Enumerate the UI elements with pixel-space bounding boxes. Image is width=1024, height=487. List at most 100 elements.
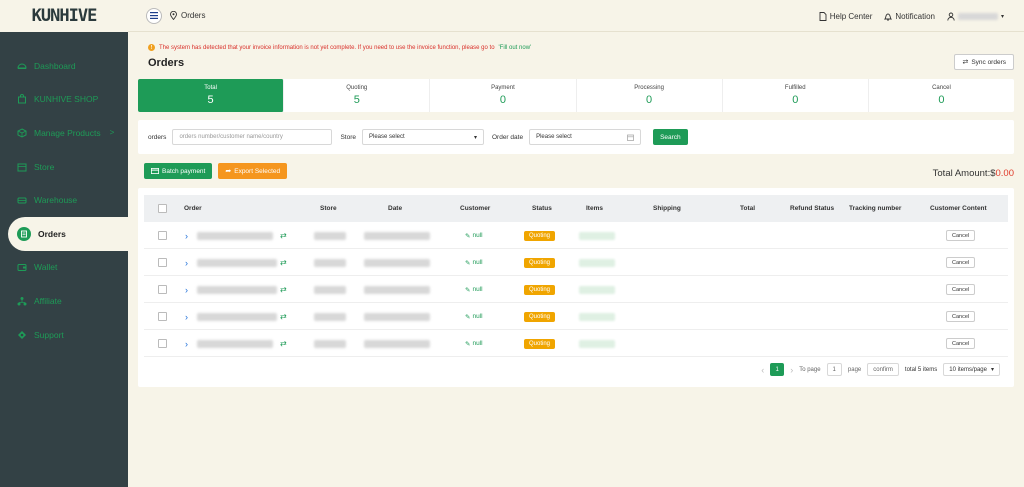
table-header: Order Store Date Customer Status Items S… bbox=[144, 195, 1008, 222]
search-button[interactable]: Search bbox=[653, 129, 688, 145]
tab-processing[interactable]: Processing 0 bbox=[577, 79, 723, 112]
sidebar: KUNHIVE Dashboard KUNHIVE SHOP Manage Pr… bbox=[0, 0, 128, 487]
table-row[interactable]: › ⇄ ✎ null Quoting Cancel bbox=[144, 330, 1008, 357]
items-redacted bbox=[579, 312, 615, 321]
sidebar-item-kunhive-shop[interactable]: KUNHIVE SHOP bbox=[0, 83, 128, 117]
customer-cell[interactable]: ✎ null bbox=[465, 286, 483, 294]
date-redacted bbox=[364, 258, 430, 267]
sidebar-item-wallet[interactable]: Wallet bbox=[0, 251, 128, 285]
confirm-button[interactable]: confirm bbox=[867, 363, 899, 376]
sidebar-item-label: Affiliate bbox=[34, 295, 62, 306]
order-number-redacted bbox=[197, 285, 277, 294]
expand-icon[interactable]: › bbox=[185, 258, 188, 268]
row-checkbox[interactable] bbox=[158, 339, 167, 348]
table-row[interactable]: › ⇄ ✎ null Quoting Cancel bbox=[144, 222, 1008, 249]
export-selected-label: Export Selected bbox=[234, 167, 281, 175]
col-order: Order bbox=[184, 205, 202, 212]
expand-icon[interactable]: › bbox=[185, 285, 188, 295]
edit-icon: ✎ bbox=[465, 286, 471, 294]
help-center-link[interactable]: Help Center bbox=[819, 12, 872, 21]
customer-cell[interactable]: ✎ null bbox=[465, 259, 483, 267]
store-redacted bbox=[314, 339, 346, 348]
row-checkbox[interactable] bbox=[158, 312, 167, 321]
sidebar-item-manage-products[interactable]: Manage Products > bbox=[0, 116, 128, 150]
export-selected-button[interactable]: ➦ Export Selected bbox=[218, 163, 288, 179]
cancel-button[interactable]: Cancel bbox=[946, 284, 976, 295]
select-all-checkbox[interactable] bbox=[158, 204, 167, 213]
shop-icon bbox=[17, 94, 27, 104]
user-menu[interactable]: ▾ bbox=[947, 12, 1004, 21]
wallet-icon bbox=[17, 262, 27, 272]
items-redacted bbox=[579, 285, 615, 294]
chevron-right-icon: > bbox=[109, 128, 115, 138]
row-checkbox[interactable] bbox=[158, 231, 167, 240]
table-row[interactable]: › ⇄ ✎ null Quoting Cancel bbox=[144, 303, 1008, 330]
prev-page-icon[interactable]: ‹ bbox=[761, 365, 764, 375]
table-row[interactable]: › ⇄ ✎ null Quoting Cancel bbox=[144, 276, 1008, 303]
sidebar-nav: Dashboard KUNHIVE SHOP Manage Products >… bbox=[0, 32, 128, 351]
customer-value: null bbox=[472, 313, 483, 320]
expand-icon[interactable]: › bbox=[185, 312, 188, 322]
store-select[interactable]: Please select ▾ bbox=[361, 129, 484, 145]
orders-search-input[interactable]: orders number/customer name/country bbox=[172, 129, 333, 145]
pagination: ‹ 1 › To page 1 page confirm total 5 ite… bbox=[761, 363, 1000, 376]
sidebar-item-label: KUNHIVE SHOP bbox=[34, 94, 99, 105]
swap-icon[interactable]: ⇄ bbox=[280, 258, 287, 267]
orders-table: Order Store Date Customer Status Items S… bbox=[138, 188, 1014, 387]
notification-link[interactable]: Notification bbox=[884, 12, 935, 21]
tab-total[interactable]: Total 5 bbox=[138, 79, 285, 112]
sync-orders-button[interactable]: ⇄ Sync orders bbox=[954, 54, 1014, 70]
sidebar-item-affiliate[interactable]: Affiliate bbox=[0, 284, 128, 318]
batch-payment-button[interactable]: Batch payment bbox=[144, 163, 213, 179]
fill-out-link[interactable]: 'Fill out now' bbox=[499, 45, 532, 51]
cancel-button[interactable]: Cancel bbox=[946, 230, 976, 241]
sidebar-item-support[interactable]: Support bbox=[0, 318, 128, 352]
page-size-select[interactable]: 10 items/page ▾ bbox=[943, 363, 1000, 376]
expand-icon[interactable]: › bbox=[185, 339, 188, 349]
tab-count: 0 bbox=[499, 94, 506, 106]
customer-cell[interactable]: ✎ null bbox=[465, 232, 483, 240]
edit-icon: ✎ bbox=[465, 259, 471, 267]
expand-icon[interactable]: › bbox=[185, 231, 188, 241]
swap-icon[interactable]: ⇄ bbox=[280, 285, 287, 294]
customer-cell[interactable]: ✎ null bbox=[465, 313, 483, 321]
tab-cancel[interactable]: Cancel 0 bbox=[869, 79, 1014, 112]
tab-payment[interactable]: Payment 0 bbox=[430, 79, 577, 112]
sidebar-item-dashboard[interactable]: Dashboard bbox=[0, 49, 128, 83]
page-title: Orders bbox=[148, 57, 185, 69]
order-date-picker[interactable]: Please select bbox=[529, 129, 642, 145]
hamburger-icon bbox=[150, 12, 158, 19]
tab-quoting[interactable]: Quoting 5 bbox=[284, 79, 431, 112]
tab-fulfilled[interactable]: Fulfilled 0 bbox=[723, 79, 869, 112]
next-page-icon[interactable]: › bbox=[790, 365, 793, 375]
caret-down-icon: ▾ bbox=[473, 134, 477, 141]
sidebar-item-label: Warehouse bbox=[34, 195, 78, 206]
cancel-button[interactable]: Cancel bbox=[946, 311, 976, 322]
cancel-button[interactable]: Cancel bbox=[946, 257, 976, 268]
row-checkbox[interactable] bbox=[158, 258, 167, 267]
table-row[interactable]: › ⇄ ✎ null Quoting Cancel bbox=[144, 249, 1008, 276]
swap-icon[interactable]: ⇄ bbox=[280, 231, 287, 240]
status-badge: Quoting bbox=[524, 230, 556, 241]
bulk-actions: Batch payment ➦ Export Selected bbox=[144, 163, 288, 179]
sidebar-item-orders[interactable]: Orders bbox=[8, 216, 128, 251]
page-jump-input[interactable]: 1 bbox=[826, 363, 842, 376]
customer-cell[interactable]: ✎ null bbox=[465, 340, 483, 348]
date-filter-label: Order date bbox=[491, 133, 524, 141]
sync-orders-label: Sync orders bbox=[971, 58, 1006, 66]
location-pin-icon bbox=[170, 11, 177, 20]
cancel-button[interactable]: Cancel bbox=[946, 338, 976, 349]
sidebar-item-warehouse[interactable]: Warehouse bbox=[0, 183, 128, 217]
menu-toggle-button[interactable] bbox=[146, 7, 162, 24]
swap-icon[interactable]: ⇄ bbox=[280, 312, 287, 321]
logo[interactable]: KUNHIVE bbox=[0, 0, 128, 32]
swap-icon[interactable]: ⇄ bbox=[280, 339, 287, 348]
items-redacted bbox=[579, 231, 615, 240]
sidebar-item-store[interactable]: Store bbox=[0, 150, 128, 184]
order-number-redacted bbox=[197, 258, 277, 267]
status-badge: Quoting bbox=[524, 311, 556, 322]
row-checkbox[interactable] bbox=[158, 285, 167, 294]
page-current[interactable]: 1 bbox=[770, 363, 785, 376]
affiliate-icon bbox=[17, 296, 27, 306]
sidebar-item-label: Dashboard bbox=[34, 60, 76, 71]
